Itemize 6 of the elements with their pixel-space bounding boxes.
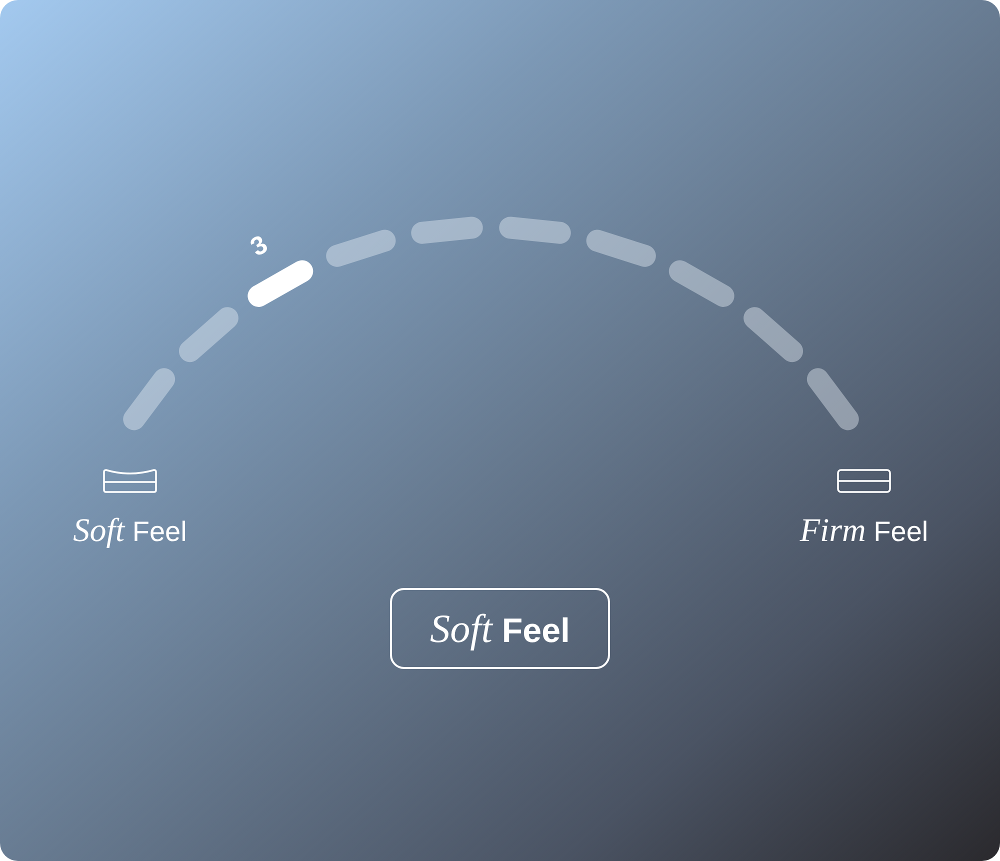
level-number: 3 — [245, 228, 272, 262]
firm-mattress-icon — [836, 468, 892, 494]
soft-mattress-icon — [102, 468, 158, 494]
end-label: Soft Feel — [73, 512, 187, 551]
feel-button[interactable]: Soft Feel — [390, 588, 610, 669]
end-label: Firm Feel — [800, 512, 928, 551]
